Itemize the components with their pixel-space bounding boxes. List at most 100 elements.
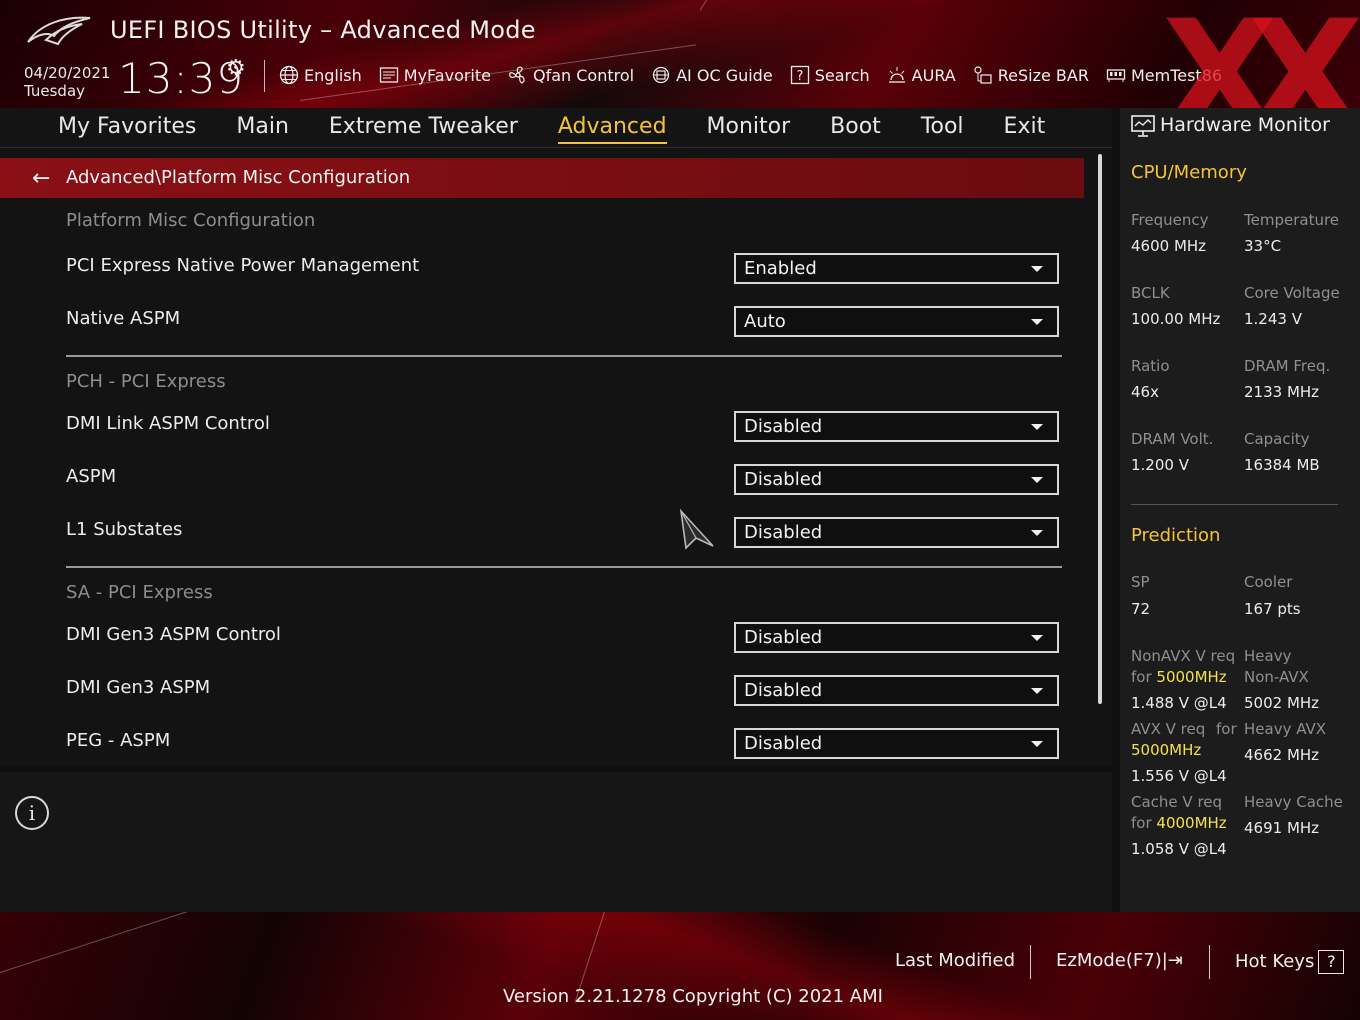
main-tab-bar: My Favorites Main Extreme Tweaker Advanced M… [0,108,1112,148]
toolbar-myfavorite-label: MyFavorite [403,65,491,85]
hw-label-for: for [1131,814,1157,832]
hw-value-temperature: 33°C [1244,237,1282,255]
settings-panel: ← Advanced\Platform Misc Configuration P… [0,148,1112,766]
hardware-monitor-title: Hardware Monitor [1160,114,1330,136]
settings-scrollbar[interactable] [1098,154,1102,704]
hw-value-sp: 72 [1131,600,1151,618]
hardware-monitor-header: Hardware Monitor [1120,108,1360,146]
setting-label-dmi-gen3-aspm-control: DMI Gen3 ASPM Control [66,624,281,645]
hw-section-divider [1131,504,1338,505]
day-display: Tuesday [24,82,86,100]
globe-icon [278,64,300,86]
svg-text:?: ? [796,69,803,84]
header-divider [264,60,265,92]
setting-value: Disabled [744,680,823,701]
tab-extreme-tweaker[interactable]: Extreme Tweaker [329,112,518,144]
hw-label-non-avx: Non-AVX [1244,668,1309,686]
hw-label-avx-req: AVX V req [1131,720,1206,738]
setting-dropdown-dmi-link-aspm[interactable]: Disabled [734,411,1059,442]
toolbar-search-label: Search [814,65,870,85]
ezmode-label: EzMode(F7)| [1056,950,1168,971]
gear-icon[interactable]: ⚙ [226,56,246,81]
hw-label-sp: SP [1131,573,1150,591]
section-title-sa-pcie: SA - PCI Express [66,582,213,603]
memory-icon [1105,64,1127,86]
hw-label-frequency: Frequency [1131,211,1209,229]
tab-main[interactable]: Main [236,112,289,144]
aura-light-icon [886,64,908,86]
toolbar-search-button[interactable]: ? Search [789,64,870,86]
tab-monitor[interactable]: Monitor [707,112,791,144]
footer-divider [1030,945,1031,979]
hardware-monitor-panel: Hardware Monitor CPU/Memory Frequency 46… [1120,108,1360,912]
toolbar-aioc-label: AI OC Guide [676,65,773,85]
section-divider [66,355,1062,357]
setting-dropdown-l1-substates[interactable]: Disabled [734,517,1059,548]
last-modified-button[interactable]: Last Modified [895,950,1015,971]
setting-label-l1-substates: L1 Substates [66,519,183,540]
toolbar-resizebar-button[interactable]: ReSize BAR [972,64,1089,86]
hw-value-cache-volt: 1.058 V @L4 [1131,840,1227,858]
hw-label-nonavx-req: NonAVX V req [1131,647,1236,665]
tab-boot[interactable]: Boot [830,112,881,144]
setting-dropdown-pcie-native-pm[interactable]: Enabled [734,253,1059,284]
hw-label-cache-req: Cache V req [1131,793,1223,811]
favorite-list-icon [378,64,400,86]
hw-label-cooler: Cooler [1244,573,1293,591]
hw-label-bclk: BCLK [1131,284,1170,302]
hw-label-avx-for: for [1216,720,1237,738]
hw-label-capacity: Capacity [1244,430,1310,448]
toolbar-language-label: English [304,65,362,85]
hw-label-heavy: Heavy [1244,647,1292,665]
setting-value: Disabled [744,733,823,754]
setting-dropdown-native-aspm[interactable]: Auto [734,306,1059,337]
toolbar-aura-button[interactable]: AURA [886,64,956,86]
hw-label-nonavx-for: for 5000MHz [1131,668,1227,686]
cpu-memory-heading: CPU/Memory [1131,162,1247,183]
monitor-icon [1131,115,1155,137]
toolbar-language-button[interactable]: English [278,64,362,86]
setting-label-aspm: ASPM [66,466,117,487]
hw-value-nonavx-volt: 1.488 V @L4 [1131,694,1227,712]
hw-label-dram-volt: DRAM Volt. [1131,430,1214,448]
hw-highlight-cache-freq: 4000MHz [1156,814,1227,832]
app-title: UEFI BIOS Utility – Advanced Mode [110,16,536,44]
dropdown-arrow-icon [1031,741,1043,747]
hw-value-heavy-avx: 4662 MHz [1244,746,1320,764]
dropdown-arrow-icon [1031,319,1043,325]
hw-label-for: for [1131,668,1157,686]
toolbar-myfavorite-button[interactable]: MyFavorite [378,64,491,86]
hotkeys-button[interactable]: Hot Keys? [1235,950,1345,974]
breadcrumb: ← Advanced\Platform Misc Configuration [0,158,1084,198]
dropdown-arrow-icon [1031,266,1043,272]
setting-dropdown-dmi-gen3-aspm[interactable]: Disabled [734,675,1059,706]
hw-value-dram-volt: 1.200 V [1131,456,1189,474]
date-display: 04/20/2021 [24,64,111,82]
toolbar-qfan-label: Qfan Control [533,65,635,85]
setting-dropdown-dmi-gen3-aspm-control[interactable]: Disabled [734,622,1059,653]
back-arrow-icon[interactable]: ← [32,166,50,191]
tab-advanced[interactable]: Advanced [557,112,667,144]
toolbar-aioc-button[interactable]: AI OC Guide [650,64,773,86]
dropdown-arrow-icon [1031,635,1043,641]
toolbar-memtest-button[interactable]: MemTest86 [1105,64,1222,86]
hw-label-heavy-avx: Heavy AVX [1244,720,1327,738]
hw-value-frequency: 4600 MHz [1131,237,1207,255]
resize-bar-icon [972,64,994,86]
hw-label-heavy-cache: Heavy Cache [1244,793,1343,811]
setting-dropdown-aspm[interactable]: Disabled [734,464,1059,495]
prediction-heading: Prediction [1131,525,1221,546]
hw-value-core-voltage: 1.243 V [1244,310,1302,328]
ezmode-button[interactable]: EzMode(F7)|⇥ [1056,950,1183,971]
setting-dropdown-peg-aspm[interactable]: Disabled [734,728,1059,759]
toolbar-qfan-button[interactable]: Qfan Control [507,64,634,86]
hw-label-cache-for: for 4000MHz [1131,814,1227,832]
tab-my-favorites[interactable]: My Favorites [58,112,196,144]
section-title-platform-misc: Platform Misc Configuration [66,210,316,231]
tab-tool[interactable]: Tool [921,112,964,144]
hw-value-ratio: 46x [1131,383,1159,401]
toolbar-resizebar-label: ReSize BAR [997,65,1089,85]
setting-label-dmi-link-aspm: DMI Link ASPM Control [66,413,270,434]
section-title-pch-pcie: PCH - PCI Express [66,371,226,392]
tab-exit[interactable]: Exit [1004,112,1046,144]
